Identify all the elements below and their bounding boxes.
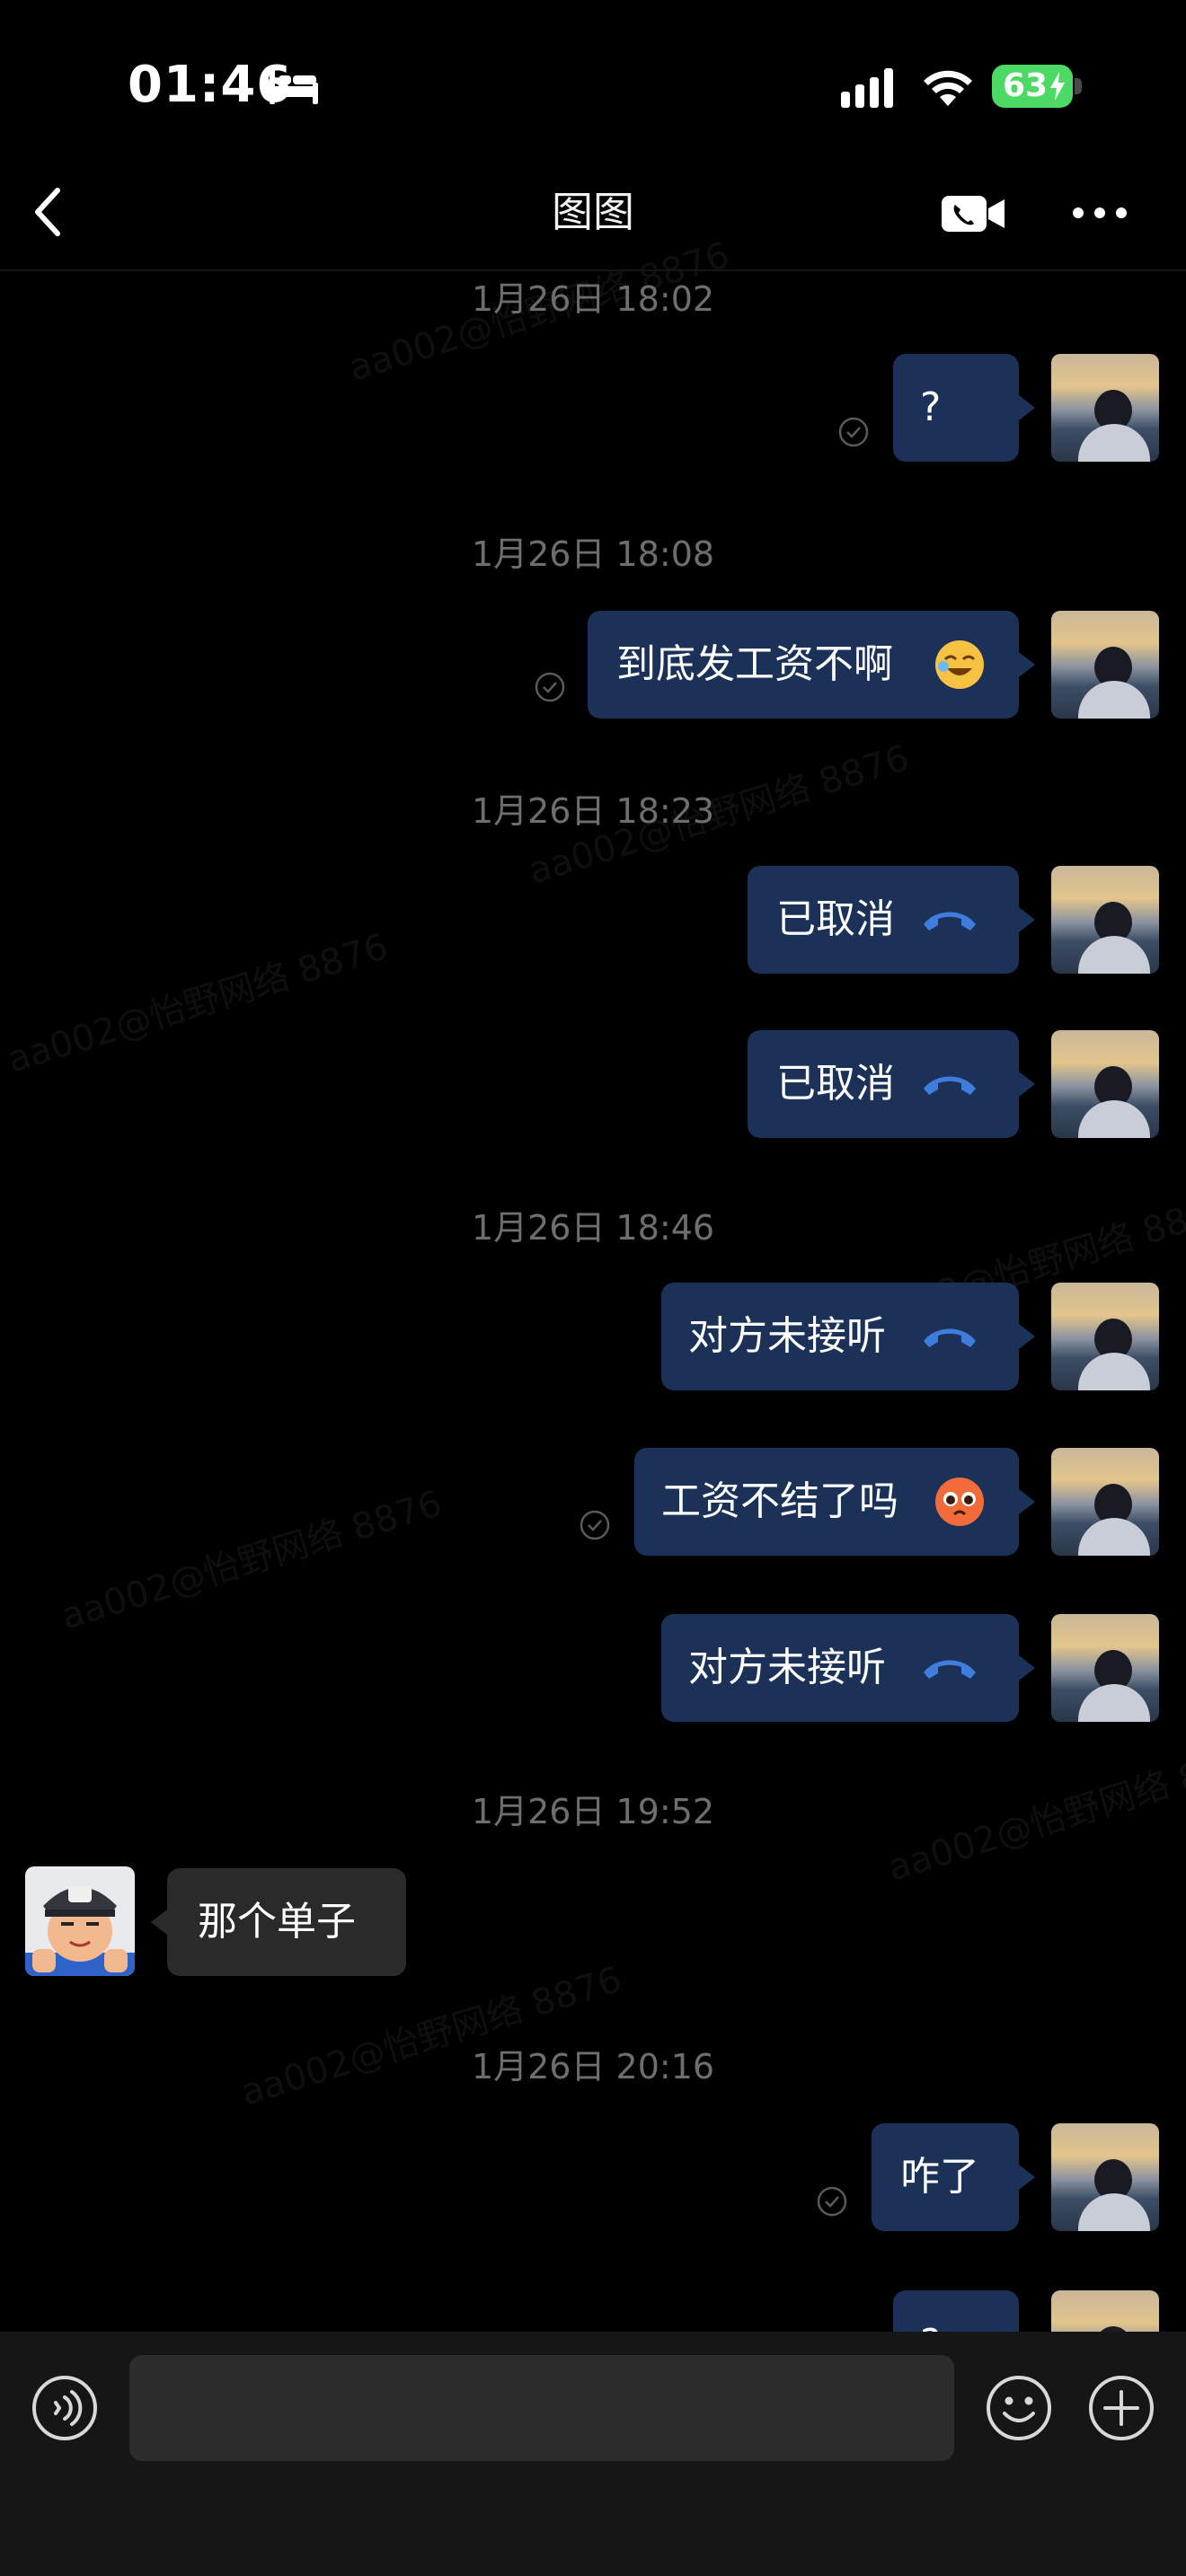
hangup-phone-icon (924, 1660, 976, 1679)
avatar[interactable] (1051, 1614, 1159, 1722)
pleading-emoji-icon (935, 1478, 984, 1526)
battery-cap (1075, 78, 1082, 94)
hangup-phone-icon (924, 912, 976, 931)
message-bubble[interactable]: 咋了 (872, 2123, 1035, 2231)
read-check-icon (817, 2186, 847, 2217)
timestamp: 1月26日 18:46 (471, 1208, 715, 1248)
more-icon[interactable] (1071, 203, 1128, 223)
add-icon[interactable] (1087, 2374, 1155, 2442)
read-check-icon (838, 417, 869, 447)
message-bubble[interactable]: ? (893, 354, 1035, 462)
hangup-phone-icon (924, 1328, 976, 1347)
contact-avatar[interactable] (25, 1866, 135, 1976)
chat-title: 图图 (552, 188, 634, 236)
signal-icon (841, 68, 893, 108)
message-text: 工资不结了吗 (661, 1478, 898, 1524)
message-text: 对方未接听 (688, 1645, 886, 1690)
avatar[interactable] (1051, 1448, 1159, 1556)
battery-level: 63 (1002, 67, 1049, 104)
read-check-icon (580, 1510, 610, 1540)
video-call-icon[interactable] (940, 192, 1008, 235)
watermark: aa002@怡野网络 8876 (56, 1482, 447, 1638)
read-check-icon (535, 672, 565, 702)
message-text: 咋了 (900, 2154, 979, 2200)
message-bubble[interactable]: 那个单子 (151, 1868, 406, 1976)
timestamp: 1月26日 18:08 (471, 534, 715, 574)
avatar[interactable] (1051, 1283, 1159, 1390)
message-text: 已取消 (776, 896, 895, 942)
timestamp: 1月26日 19:52 (471, 1792, 715, 1831)
watermark: aa002@怡野网络 8876 (2, 925, 394, 1081)
timestamp: 1月26日 18:02 (471, 279, 715, 319)
back-icon[interactable] (27, 185, 72, 239)
emoji-icon[interactable] (985, 2374, 1053, 2442)
avatar[interactable] (1051, 866, 1159, 974)
message-text: 到底发工资不啊 (616, 641, 893, 687)
bed-icon (270, 70, 318, 104)
avatar[interactable] (1051, 2123, 1159, 2231)
message-text: 那个单子 (198, 1899, 356, 1945)
avatar[interactable] (1051, 354, 1159, 462)
message-text: ? (920, 384, 942, 430)
laughing-emoji-icon (935, 640, 984, 689)
charging-bolt-icon (1050, 72, 1065, 101)
timestamp: 1月26日 18:23 (471, 791, 715, 831)
avatar[interactable] (1051, 1030, 1159, 1138)
hangup-phone-icon (924, 1076, 976, 1095)
message-input[interactable] (129, 2355, 954, 2461)
timestamp: 1月26日 20:16 (471, 2047, 715, 2086)
voice-input-icon[interactable] (31, 2374, 99, 2442)
avatar[interactable] (1051, 611, 1159, 719)
message-text: 对方未接听 (688, 1313, 886, 1359)
wifi-icon (924, 70, 972, 106)
message-text: 已取消 (776, 1061, 895, 1107)
